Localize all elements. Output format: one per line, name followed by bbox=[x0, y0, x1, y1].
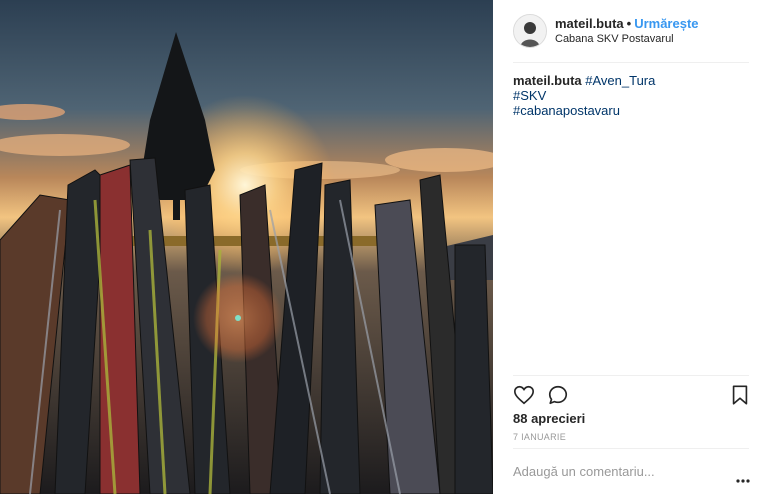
comment-icon[interactable] bbox=[547, 384, 569, 406]
follow-button[interactable]: Urmărește bbox=[634, 16, 698, 31]
avatar[interactable] bbox=[513, 14, 547, 48]
bookmark-icon[interactable] bbox=[729, 384, 751, 406]
header-divider bbox=[513, 62, 749, 63]
hashtag-link[interactable]: #SKV bbox=[513, 88, 749, 103]
post-photo[interactable] bbox=[0, 0, 493, 494]
add-comment-input[interactable]: Adaugă un comentariu... bbox=[513, 464, 655, 479]
heart-icon[interactable] bbox=[513, 384, 535, 406]
avatar-photo bbox=[514, 15, 546, 47]
post-header: mateil.buta • Urmărește Cabana SKV Postava… bbox=[513, 14, 743, 50]
hashtag-link[interactable]: #Aven_Tura bbox=[585, 73, 655, 88]
hashtag-link[interactable]: #cabanapostavaru bbox=[513, 103, 749, 118]
comment-divider bbox=[513, 448, 749, 449]
header-line: mateil.buta • Urmărește bbox=[555, 16, 699, 31]
more-options-icon[interactable] bbox=[736, 470, 750, 483]
location-link[interactable]: Cabana SKV Postavarul bbox=[555, 33, 674, 45]
post-date[interactable]: 7 IANUARIE bbox=[513, 432, 566, 442]
separator-dot: • bbox=[626, 16, 632, 31]
likes-count[interactable]: 88 aprecieri bbox=[513, 411, 585, 426]
post-actions bbox=[513, 384, 749, 406]
actions-divider bbox=[513, 375, 749, 376]
ski-rack-sunset-photo bbox=[0, 0, 493, 494]
username-link[interactable]: mateil.buta bbox=[555, 16, 624, 31]
caption-username-link[interactable]: mateil.buta bbox=[513, 73, 582, 88]
post-caption: mateil.buta #Aven_Tura #SKV #cabanaposta… bbox=[513, 73, 749, 118]
